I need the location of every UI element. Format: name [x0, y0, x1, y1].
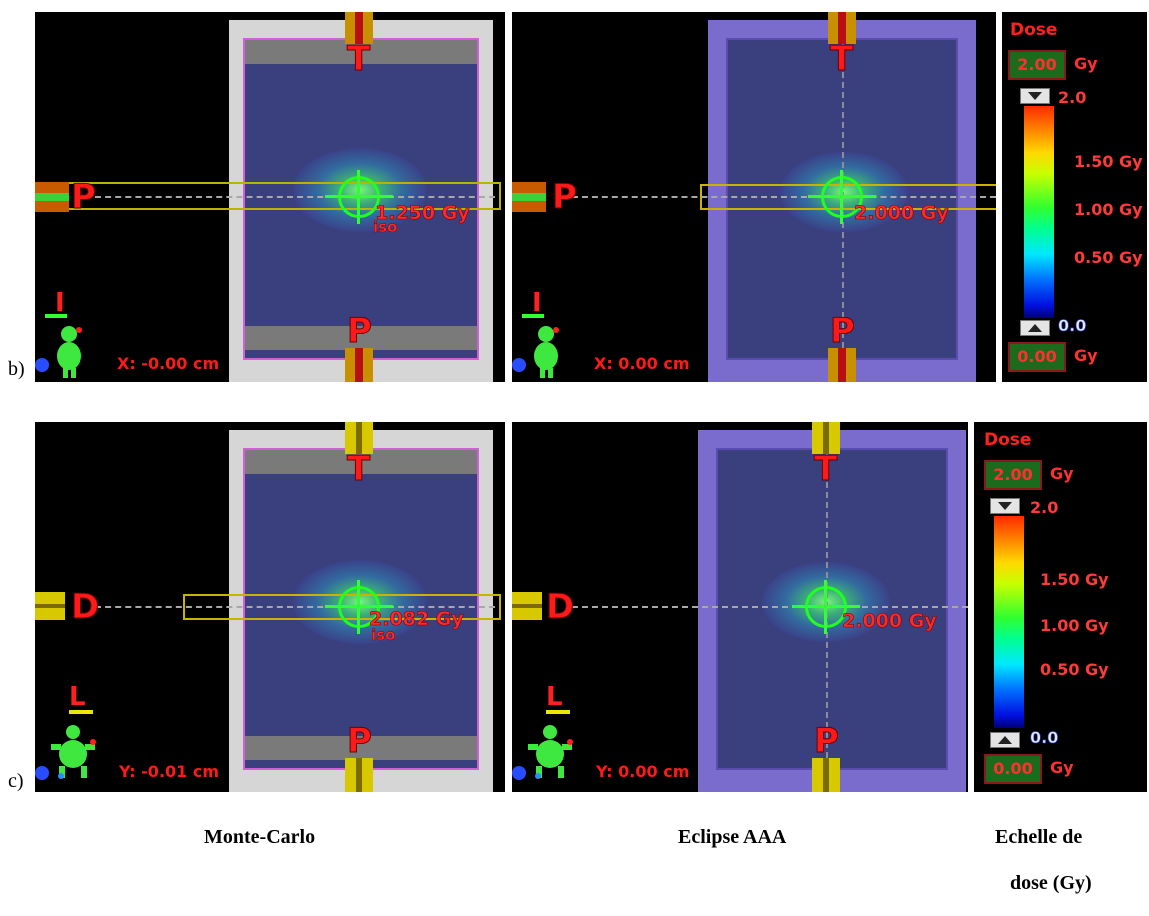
- side-orientation-label: D: [545, 587, 575, 627]
- eclipse-dose-view-b: 2.000 Gy T P P I X: 0.00 cm: [512, 12, 996, 382]
- orientation-bar: [45, 314, 67, 318]
- monte-carlo-dose-view-b: 1.250 Gy iso T P P I X: -0.00 cm: [35, 12, 505, 382]
- max-dose-box[interactable]: 2.00: [984, 460, 1042, 490]
- orientation-glyph: L: [69, 682, 86, 712]
- scale-bottom-value: 0.0: [1030, 728, 1059, 748]
- dose-scale-c: Dose 2.00 Gy 2.0 1.50 Gy 1.00 Gy 0.50 Gy…: [974, 422, 1147, 792]
- max-dose-box[interactable]: 2.00: [1008, 50, 1066, 80]
- horizontal-guide: [572, 606, 968, 608]
- compass-icon: [512, 766, 526, 780]
- max-dose-unit: Gy: [1050, 464, 1074, 483]
- scale-top-value: 2.0: [1058, 88, 1087, 107]
- scale-down-arrow-button[interactable]: [1020, 88, 1050, 104]
- top-orientation-label: T: [829, 39, 854, 79]
- dose-readout: 2.000 Gy: [842, 610, 937, 633]
- dose-colorbar: [994, 516, 1024, 728]
- isocenter-cross-v: [840, 170, 843, 224]
- scale-tick-0-50: 0.50 Gy: [1040, 660, 1109, 679]
- orientation-glyph: L: [546, 682, 563, 712]
- side-orientation-label: P: [71, 177, 97, 217]
- bottom-orientation-label: P: [347, 721, 373, 761]
- orientation-bar: [546, 710, 570, 714]
- scale-up-arrow-button[interactable]: [990, 732, 1020, 748]
- dose-scale-b: Dose 2.00 Gy 2.0 1.50 Gy 1.00 Gy 0.50 Gy…: [1002, 12, 1147, 382]
- scale-tick-1-50: 1.50 Gy: [1040, 570, 1109, 589]
- coordinate-readout: Y: 0.00 cm: [596, 762, 690, 781]
- dose-readout: 2.000 Gy: [854, 202, 949, 225]
- orientation-glyph: I: [55, 288, 65, 318]
- iso-label: iso: [371, 626, 396, 645]
- bottom-orientation-label: P: [814, 721, 840, 761]
- iso-label: iso: [373, 218, 398, 237]
- isocenter-cross-v: [357, 170, 360, 224]
- scale-bottom-value: 0.0: [1058, 316, 1087, 336]
- patient-figure-icon: [526, 324, 566, 378]
- bottom-orientation-label: P: [347, 311, 373, 351]
- scale-up-arrow-button[interactable]: [1020, 320, 1050, 336]
- patient-figure-icon: [526, 724, 574, 780]
- scale-tick-1-00: 1.00 Gy: [1040, 616, 1109, 635]
- bottom-marker-tab: [828, 348, 856, 382]
- scale-top-value: 2.0: [1030, 498, 1059, 517]
- dose-colorbar: [1024, 106, 1054, 318]
- scale-down-arrow-button[interactable]: [990, 498, 1020, 514]
- side-marker-tab: [35, 182, 69, 212]
- coordinate-readout: X: -0.00 cm: [117, 354, 220, 373]
- side-orientation-label: P: [552, 177, 578, 217]
- side-marker-tab: [512, 592, 542, 620]
- compass-icon: [35, 766, 49, 780]
- bottom-marker-tab: [812, 758, 840, 792]
- side-marker-tab: [512, 182, 546, 212]
- bottom-marker-tab: [345, 348, 373, 382]
- caption-monte-carlo: Monte-Carlo: [204, 826, 316, 848]
- scale-title: Dose: [1010, 20, 1058, 40]
- compass-icon: [512, 358, 526, 372]
- caption-eclipse: Eclipse AAA: [678, 826, 787, 848]
- top-orientation-label: T: [813, 449, 838, 489]
- min-dose-unit: Gy: [1074, 346, 1098, 365]
- scale-tick-1-50: 1.50 Gy: [1074, 152, 1143, 171]
- min-dose-box[interactable]: 0.00: [1008, 342, 1066, 372]
- bottom-orientation-label: P: [830, 311, 856, 351]
- caption-scale-line-1: Echelle de: [995, 826, 1083, 848]
- min-dose-unit: Gy: [1050, 758, 1074, 777]
- top-orientation-label: T: [346, 449, 371, 489]
- orientation-bar: [522, 314, 544, 318]
- side-orientation-label: D: [70, 587, 100, 627]
- patient-figure-icon: [49, 324, 89, 378]
- scale-tick-1-00: 1.00 Gy: [1074, 200, 1143, 219]
- monte-carlo-dose-view-c: 2.082 Gy iso T P D L Y: -0.01 cm: [35, 422, 505, 792]
- orientation-glyph: I: [532, 288, 542, 318]
- row-label-b: b): [8, 358, 25, 380]
- row-label-c: c): [8, 770, 24, 792]
- isocenter-cross-v: [357, 580, 360, 634]
- side-marker-tab: [35, 592, 65, 620]
- caption-scale-line-2: dose (Gy): [1010, 872, 1092, 894]
- top-orientation-label: T: [346, 39, 371, 79]
- min-dose-box[interactable]: 0.00: [984, 754, 1042, 784]
- isocenter-cross-v: [824, 580, 827, 634]
- coordinate-readout: Y: -0.01 cm: [119, 762, 220, 781]
- scale-title: Dose: [984, 430, 1032, 450]
- bottom-marker-tab: [345, 758, 373, 792]
- scale-tick-0-50: 0.50 Gy: [1074, 248, 1143, 267]
- max-dose-unit: Gy: [1074, 54, 1098, 73]
- patient-figure-icon: [49, 724, 97, 780]
- orientation-bar: [69, 710, 93, 714]
- coordinate-readout: X: 0.00 cm: [594, 354, 690, 373]
- eclipse-dose-view-c: 2.000 Gy T P D L Y: 0.00 cm: [512, 422, 968, 792]
- compass-icon: [35, 358, 49, 372]
